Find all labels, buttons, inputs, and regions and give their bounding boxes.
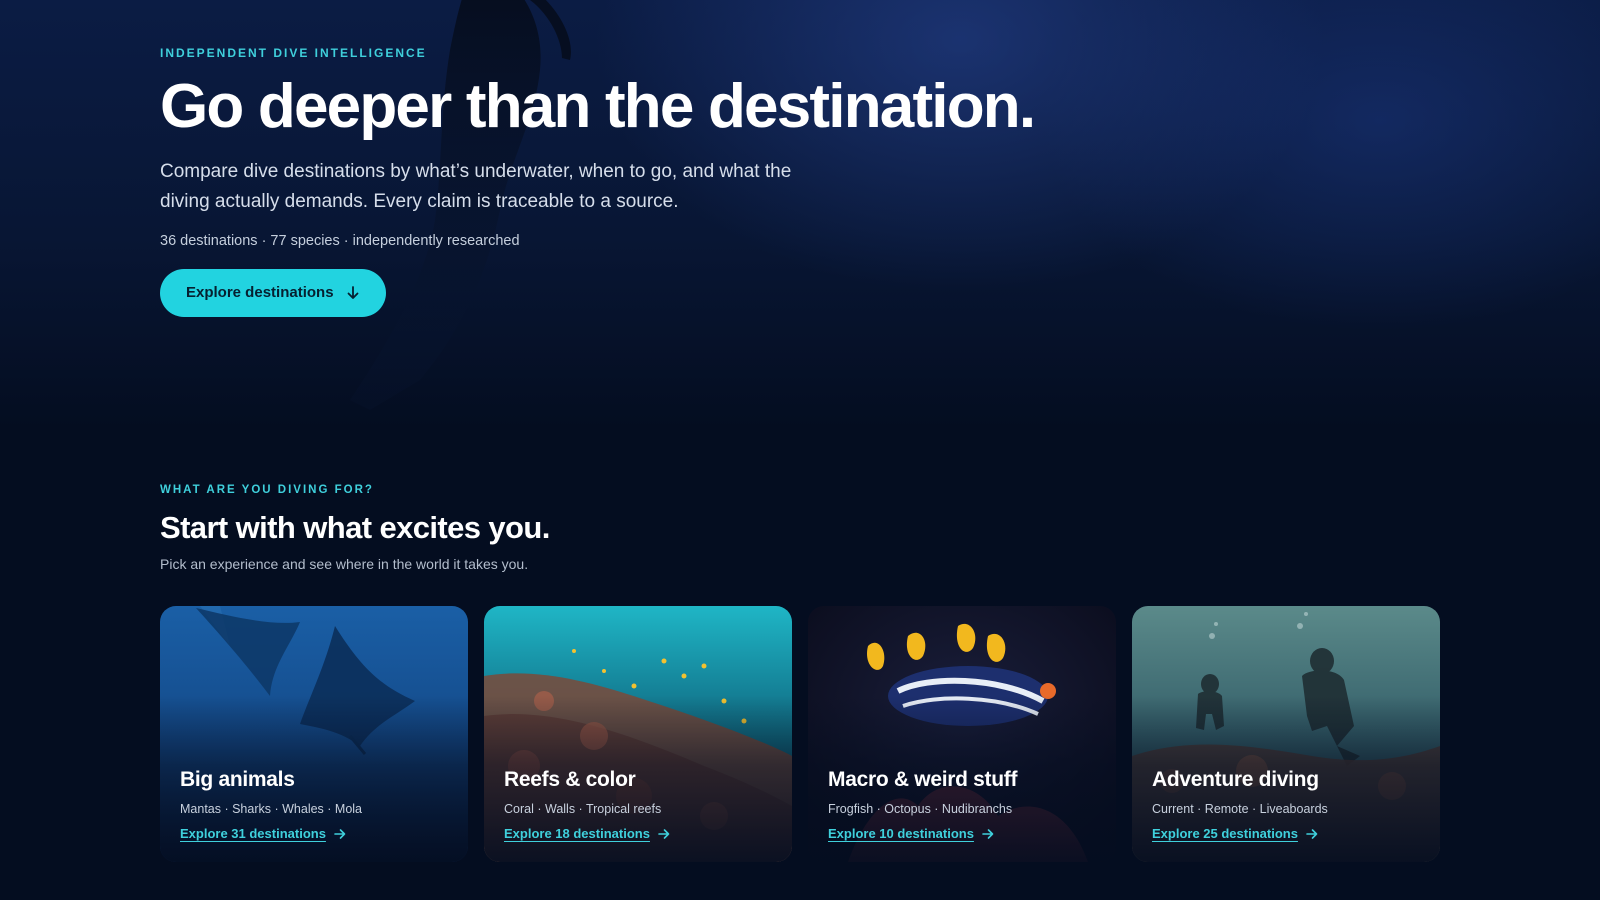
arrow-right-icon	[982, 828, 994, 839]
section-eyebrow: WHAT ARE YOU DIVING FOR?	[160, 484, 374, 496]
section-title: Start with what excites you.	[160, 510, 550, 545]
arrow-right-icon	[1306, 828, 1318, 839]
card-body: Macro & weird stuff Frogfish · Octopus ·…	[828, 768, 1100, 843]
explore-destinations-button[interactable]: Explore destinations	[160, 268, 386, 317]
card-body: Adventure diving Current · Remote · Live…	[1152, 768, 1424, 843]
card-adventure-diving[interactable]: Adventure diving Current · Remote · Live…	[1132, 606, 1440, 862]
card-title: Macro & weird stuff	[828, 768, 1018, 791]
card-macro-weird[interactable]: Macro & weird stuff Frogfish · Octopus ·…	[808, 606, 1116, 862]
experience-cards: Big animals Mantas · Sharks · Whales · M…	[160, 606, 1440, 862]
card-tags: Coral · Walls · Tropical reefs	[504, 802, 662, 816]
card-title: Big animals	[180, 768, 295, 791]
hero-content: INDEPENDENT DIVE INTELLIGENCE Go deeper …	[160, 46, 1060, 317]
hero-title: Go deeper than the destination.	[160, 72, 1036, 141]
hero-stats: 36 destinations · 77 species · independe…	[160, 232, 520, 249]
card-tags: Mantas · Sharks · Whales · Mola	[180, 802, 362, 816]
explore-10-destinations-link[interactable]: Explore 10 destinations	[828, 826, 994, 841]
card-link-label: Explore 25 destinations	[1152, 826, 1298, 841]
hero-eyebrow: INDEPENDENT DIVE INTELLIGENCE	[160, 46, 427, 60]
card-title: Adventure diving	[1152, 768, 1319, 791]
explore-18-destinations-link[interactable]: Explore 18 destinations	[504, 826, 670, 841]
explore-25-destinations-link[interactable]: Explore 25 destinations	[1152, 826, 1318, 841]
card-tags: Current · Remote · Liveaboards	[1152, 802, 1328, 816]
card-link-label: Explore 10 destinations	[828, 826, 974, 841]
arrow-right-icon	[658, 828, 670, 839]
section-subtitle: Pick an experience and see where in the …	[160, 556, 529, 572]
explore-31-destinations-link[interactable]: Explore 31 destinations	[180, 826, 346, 841]
card-body: Big animals Mantas · Sharks · Whales · M…	[180, 768, 452, 843]
card-body: Reefs & color Coral · Walls · Tropical r…	[504, 768, 776, 843]
card-big-animals[interactable]: Big animals Mantas · Sharks · Whales · M…	[160, 606, 468, 862]
card-link-label: Explore 31 destinations	[180, 826, 326, 841]
hero-description: Compare dive destinations by what’s unde…	[160, 160, 792, 212]
card-title: Reefs & color	[504, 768, 636, 791]
experience-section: WHAT ARE YOU DIVING FOR? Start with what…	[160, 484, 1450, 572]
card-tags: Frogfish · Octopus · Nudibranchs	[828, 802, 1013, 816]
explore-destinations-label: Explore destinations	[186, 284, 334, 302]
card-reefs-color[interactable]: Reefs & color Coral · Walls · Tropical r…	[484, 606, 792, 862]
arrow-right-icon	[334, 828, 346, 839]
hero-section: INDEPENDENT DIVE INTELLIGENCE Go deeper …	[0, 0, 1600, 430]
card-link-label: Explore 18 destinations	[504, 826, 650, 841]
arrow-down-icon	[347, 286, 358, 299]
